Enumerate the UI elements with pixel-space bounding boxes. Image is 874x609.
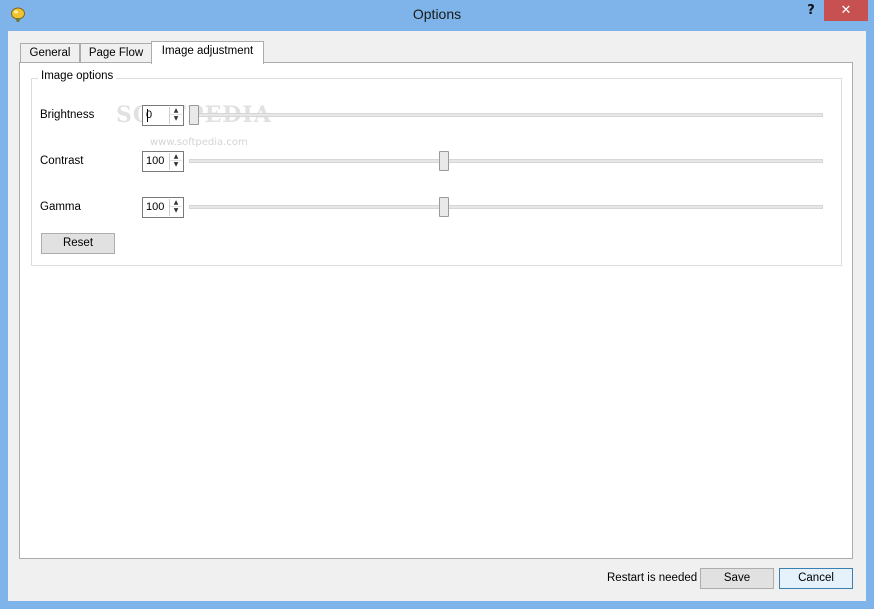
gamma-spin-buttons: ▲ ▼ bbox=[169, 199, 182, 216]
arrow-up-icon[interactable]: ▲ bbox=[170, 107, 182, 115]
reset-button[interactable]: Reset bbox=[41, 233, 115, 254]
group-title: Image options bbox=[38, 70, 117, 82]
arrow-down-icon[interactable]: ▼ bbox=[170, 161, 182, 169]
contrast-label: Contrast bbox=[40, 155, 84, 167]
gamma-value: 100 bbox=[146, 201, 165, 213]
arrow-up-icon[interactable]: ▲ bbox=[170, 199, 182, 207]
watermark-url: www.softpedia.com bbox=[150, 137, 248, 148]
text-caret bbox=[147, 109, 148, 122]
title-bar[interactable]: Options ? ✕ bbox=[0, 0, 874, 31]
contrast-spin-buttons: ▲ ▼ bbox=[169, 153, 182, 170]
contrast-slider-track[interactable] bbox=[189, 159, 823, 163]
gamma-slider-track[interactable] bbox=[189, 205, 823, 209]
options-window: Options ? ✕ General Page Flow Image adju… bbox=[0, 0, 874, 609]
save-button[interactable]: Save bbox=[700, 568, 774, 589]
tab-page-flow[interactable]: Page Flow bbox=[80, 43, 152, 63]
gamma-spinbox[interactable]: 100 ▲ ▼ bbox=[142, 197, 184, 218]
brightness-spin-buttons: ▲ ▼ bbox=[169, 107, 182, 124]
window-title: Options bbox=[412, 6, 462, 22]
brightness-slider-track[interactable] bbox=[189, 113, 823, 117]
brightness-spinbox[interactable]: 0 ▲ ▼ bbox=[142, 105, 184, 126]
tab-image-adjustment[interactable]: Image adjustment bbox=[151, 41, 264, 64]
restart-status: Restart is needed bbox=[607, 572, 698, 584]
contrast-spinbox[interactable]: 100 ▲ ▼ bbox=[142, 151, 184, 172]
image-options-group: Image options SOFTPEDIA www.softpedia.co… bbox=[31, 70, 842, 266]
arrow-down-icon[interactable]: ▼ bbox=[170, 115, 182, 123]
image-adjustment-panel: Image options SOFTPEDIA www.softpedia.co… bbox=[19, 62, 853, 559]
brightness-label: Brightness bbox=[40, 109, 95, 121]
contrast-slider-handle[interactable] bbox=[438, 151, 449, 171]
gamma-slider-handle[interactable] bbox=[438, 197, 449, 217]
help-button[interactable]: ? bbox=[800, 1, 822, 21]
dialog-client-area: General Page Flow Image adjustment Image… bbox=[8, 31, 866, 601]
arrow-up-icon[interactable]: ▲ bbox=[170, 153, 182, 161]
close-button[interactable]: ✕ bbox=[824, 0, 868, 21]
arrow-down-icon[interactable]: ▼ bbox=[170, 207, 182, 215]
tab-general[interactable]: General bbox=[20, 43, 80, 63]
gamma-label: Gamma bbox=[40, 201, 81, 213]
brightness-slider-handle[interactable] bbox=[189, 105, 199, 125]
cancel-button[interactable]: Cancel bbox=[779, 568, 853, 589]
contrast-value: 100 bbox=[146, 155, 165, 167]
